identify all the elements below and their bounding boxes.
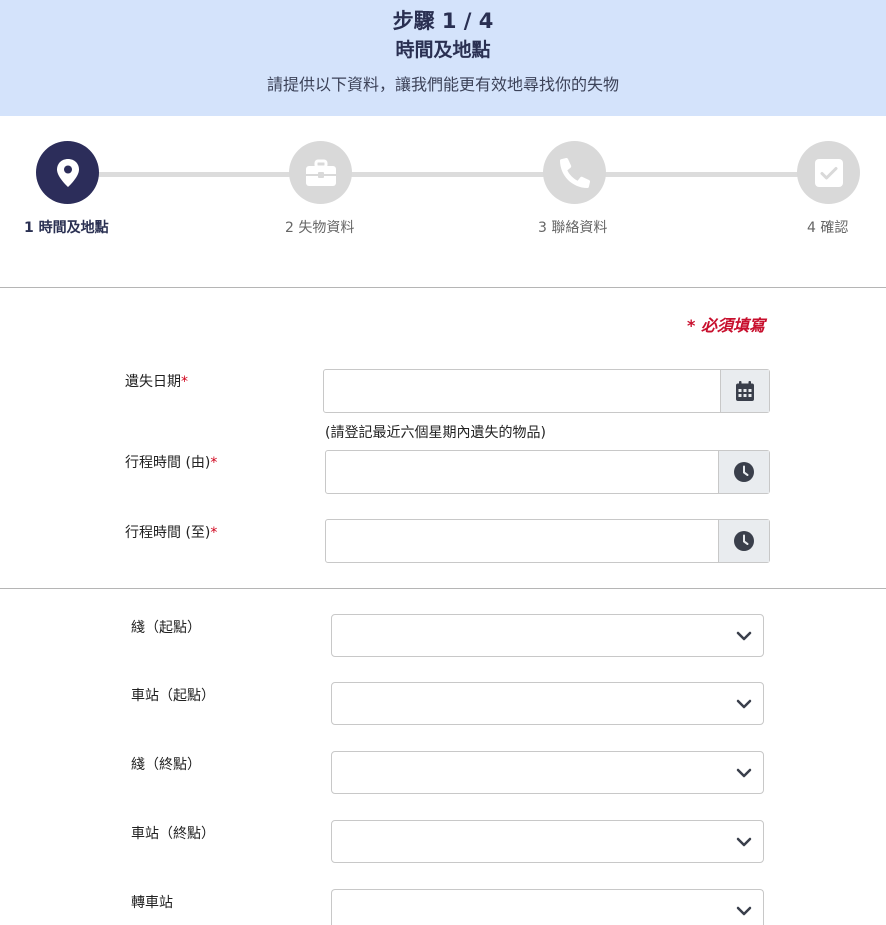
- check-square-icon: [814, 158, 843, 187]
- time-from-input[interactable]: [326, 451, 718, 493]
- step-3-label: 3 聯絡資料: [538, 220, 608, 236]
- step-counter: 步驟 1 / 4: [392, 9, 494, 33]
- step-4-circle: [797, 141, 860, 204]
- progress-stepper: 1 時間及地點 2 失物資料 3 聯絡資料 4 確認: [0, 116, 886, 286]
- time-from-label: 行程時間 (由)*: [125, 455, 218, 471]
- page-title: 時間及地點: [395, 39, 491, 61]
- step-4-label: 4 確認: [807, 220, 849, 236]
- step-2-label: 2 失物資料: [285, 220, 355, 236]
- phone-icon: [559, 157, 590, 188]
- calendar-button[interactable]: [720, 370, 769, 412]
- section-divider-middle: [0, 588, 886, 589]
- line-end-select[interactable]: [331, 751, 764, 794]
- chevron-down-icon: [736, 699, 752, 709]
- time-from-field[interactable]: [325, 450, 770, 494]
- map-pin-icon: [56, 158, 79, 187]
- step-1-label: 1 時間及地點: [24, 220, 109, 236]
- time-to-clock-button[interactable]: [718, 520, 769, 562]
- chevron-down-icon: [736, 837, 752, 847]
- section-divider-top: [0, 287, 886, 288]
- chevron-down-icon: [736, 631, 752, 641]
- clock-icon: [734, 531, 754, 551]
- time-to-input[interactable]: [326, 520, 718, 562]
- lost-date-hint: (請登記最近六個星期內遺失的物品): [325, 425, 546, 441]
- chevron-down-icon: [736, 768, 752, 778]
- lost-date-label: 遺失日期*: [125, 374, 188, 390]
- step-2-circle: [289, 141, 352, 204]
- calendar-icon: [736, 381, 754, 401]
- stepper-track: [67, 172, 828, 177]
- briefcase-icon: [305, 159, 336, 186]
- time-from-clock-button[interactable]: [718, 451, 769, 493]
- station-end-label: 車站（終點）: [131, 826, 215, 842]
- step-1-circle: [36, 141, 99, 204]
- lost-date-input[interactable]: [324, 370, 720, 412]
- station-start-label: 車站（起點）: [131, 688, 215, 704]
- station-start-select[interactable]: [331, 682, 764, 725]
- required-note: * 必須填寫: [687, 316, 765, 335]
- station-end-select[interactable]: [331, 820, 764, 863]
- page-subtitle: 請提供以下資料，讓我們能更有效地尋找你的失物: [266, 75, 619, 94]
- line-start-select[interactable]: [331, 614, 764, 657]
- step-banner: 步驟 1 / 4 時間及地點 請提供以下資料，讓我們能更有效地尋找你的失物: [0, 0, 886, 116]
- chevron-down-icon: [736, 906, 752, 916]
- lost-date-field[interactable]: [323, 369, 770, 413]
- step-3-circle: [543, 141, 606, 204]
- time-to-label: 行程時間 (至)*: [125, 525, 218, 541]
- line-start-label: 綫（起點）: [131, 620, 201, 636]
- time-to-field[interactable]: [325, 519, 770, 563]
- interchange-label: 轉車站: [131, 895, 173, 911]
- clock-icon: [734, 462, 754, 482]
- interchange-select[interactable]: [331, 889, 764, 925]
- line-end-label: 綫（終點）: [131, 757, 201, 773]
